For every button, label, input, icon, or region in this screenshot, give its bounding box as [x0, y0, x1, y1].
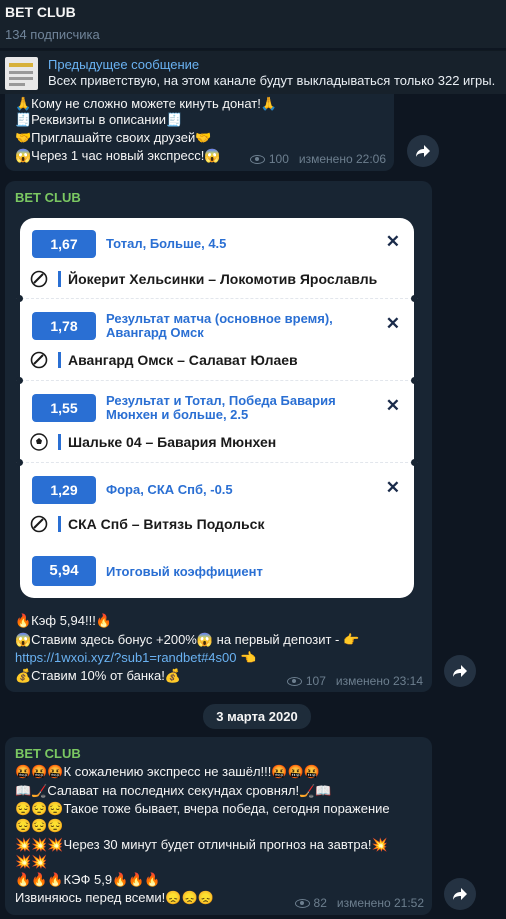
views-eye-icon: [249, 154, 265, 164]
bet-odds: 1,55: [32, 394, 96, 422]
message-line: 💥💥: [15, 854, 48, 869]
views-count: 107: [305, 674, 326, 688]
forward-arrow-icon: [453, 888, 467, 900]
separator: [16, 377, 418, 384]
views-count: 82: [313, 896, 327, 910]
channel-header[interactable]: BET CLUB 134 подписчика: [0, 0, 506, 48]
forward-arrow-icon: [453, 665, 467, 677]
message-line: 🙏Кому не сложно можете кинуть донат!🙏: [15, 96, 278, 111]
bet-market: Результат и Тотал, Победа Бавария Мюнхен…: [106, 393, 336, 422]
date-separator: 3 марта 2020: [203, 704, 311, 729]
views-eye-icon: [286, 676, 302, 686]
sender-name: BET CLUB: [15, 746, 81, 761]
edited-time: изменено 22:06: [298, 152, 386, 166]
bet-match: Авангард Омск – Салават Юлаев: [68, 352, 298, 368]
message-line: 😔😔😔Такое тоже бывает, вчера победа, сего…: [15, 801, 390, 816]
forward-arrow-icon: [416, 145, 430, 157]
message-line: 💰Ставим 10% от банка!💰: [15, 668, 182, 683]
edited-time: изменено 23:14: [335, 674, 423, 688]
referral-link[interactable]: https://1wxoi.xyz/?sub1=randbet#4s00: [15, 650, 237, 665]
forward-button[interactable]: [444, 878, 476, 910]
bet-market: Тотал, Больше, 4.5: [106, 236, 227, 251]
edited-time: изменено 21:52: [336, 896, 424, 910]
bet-divider: [58, 352, 61, 368]
close-icon: ✕: [385, 478, 400, 497]
bet-odds: 1,78: [32, 312, 96, 340]
separator: [16, 459, 418, 466]
close-icon: ✕: [385, 396, 400, 415]
message-line: 🤝Приглашайте своих друзей🤝: [15, 130, 212, 145]
football-icon: [30, 433, 48, 451]
message-line: 😱Через 1 час новый экспресс!😱: [15, 148, 221, 163]
message-line: 🔥Кэф 5,94!!!🔥: [15, 613, 113, 628]
separator: [16, 295, 418, 302]
hockey-puck-icon: [30, 270, 48, 288]
message-bubble-3: BET CLUB 🤬🤬🤬К сожалению экспресс не зашё…: [5, 737, 432, 915]
message-line: 💥💥💥Через 30 минут будет отличный прогноз…: [15, 837, 388, 852]
total-label: Итоговый коэффициент: [106, 564, 263, 579]
message-meta: 82 изменено 21:52: [294, 896, 424, 910]
message-bubble-1: 🙏Кому не сложно можете кинуть донат!🙏 🧾Р…: [5, 94, 394, 171]
bet-divider: [58, 434, 61, 450]
sender-name: BET CLUB: [15, 190, 81, 205]
message-line: 🧾Реквизиты в описании🧾: [15, 112, 183, 127]
bet-match: СКА Спб – Витязь Подольск: [68, 516, 265, 532]
channel-title: BET CLUB: [5, 4, 76, 20]
pinned-text: Всех приветствую, на этом канале будут в…: [48, 73, 496, 88]
message-line: 🤬🤬🤬К сожалению экспресс не зашёл!!!🤬🤬🤬: [15, 764, 320, 779]
bet-odds: 1,29: [32, 476, 96, 504]
message-line-link: https://1wxoi.xyz/?sub1=randbet#4s00 👈: [15, 650, 256, 665]
message-line: 📖🏒Салават на последних секундах сровнял!…: [15, 783, 332, 798]
pinned-label: Предыдущее сообщение: [48, 57, 200, 72]
views-count: 100: [268, 152, 289, 166]
bet-market: Результат матча (основное время), Аванга…: [106, 311, 333, 340]
forward-button[interactable]: [444, 655, 476, 687]
close-icon: ✕: [385, 314, 400, 333]
bet-match: Шальке 04 – Бавария Мюнхен: [68, 434, 277, 450]
bet-odds: 1,67: [32, 230, 96, 258]
hockey-puck-icon: [30, 351, 48, 369]
bet-market: Фора, СКА Спб, -0.5: [106, 482, 233, 497]
coupon-image[interactable]: 1,67 Тотал, Больше, 4.5 ✕ Йокерит Хельси…: [16, 218, 418, 598]
total-odds: 5,94: [32, 556, 96, 586]
bet-divider: [58, 271, 61, 287]
message-meta: 100 изменено 22:06: [249, 152, 386, 166]
pinned-thumbnail: [5, 57, 38, 90]
hockey-puck-icon: [30, 515, 48, 533]
message-line: 😔😔😔: [15, 818, 64, 833]
bet-divider: [58, 516, 61, 532]
views-eye-icon: [294, 898, 310, 908]
forward-button[interactable]: [407, 135, 439, 167]
subscriber-count: 134 подписчика: [5, 27, 100, 42]
bet-match: Йокерит Хельсинки – Локомотив Ярославль: [68, 271, 378, 287]
message-meta: 107 изменено 23:14: [286, 674, 423, 688]
message-line: Извиняюсь перед всеми!😞😞😞: [15, 890, 214, 905]
message-line: 😱Ставим здесь бонус +200%😱 на первый деп…: [15, 632, 360, 647]
message-line: 🔥🔥🔥КЭФ 5,9🔥🔥🔥: [15, 872, 161, 887]
close-icon: ✕: [385, 232, 400, 251]
pinned-message-bar[interactable]: Предыдущее сообщение Всех приветствую, н…: [0, 50, 506, 94]
link-suffix: 👈: [236, 650, 257, 665]
